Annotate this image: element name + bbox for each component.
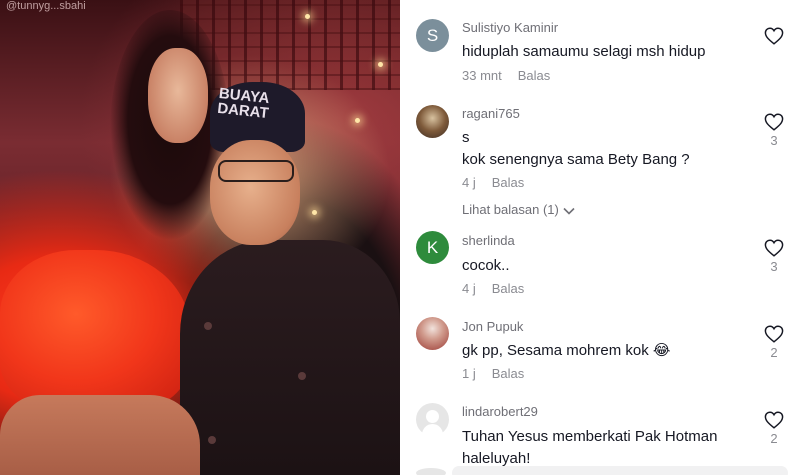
comment-input[interactable] xyxy=(452,466,788,475)
video-light xyxy=(312,210,317,215)
avatar-letter: S xyxy=(426,25,439,45)
comment-text-line: s xyxy=(462,129,470,146)
heart-outline-icon[interactable] xyxy=(764,113,784,131)
shirt-button xyxy=(298,372,306,380)
video-light xyxy=(355,118,360,123)
comment-username[interactable]: lindarobert29 xyxy=(462,404,538,419)
comment-text: Tuhan Yesus memberkati Pak Hotman xyxy=(462,428,718,445)
chevron-down-icon xyxy=(563,207,575,215)
comment-username[interactable]: Sulistiyo Kaminir xyxy=(462,20,558,35)
heart-outline-icon[interactable] xyxy=(764,239,784,257)
shirt-button xyxy=(204,322,212,330)
video-light xyxy=(305,14,310,19)
reply-button[interactable]: Balas xyxy=(492,366,525,381)
video-figure-glasses xyxy=(218,160,294,182)
like-count: 3 xyxy=(770,259,778,274)
video-figure-face xyxy=(210,140,300,245)
like-count: 3 xyxy=(770,133,778,148)
avatar[interactable]: K xyxy=(416,231,449,264)
comment-meta: 4 j Balas xyxy=(462,175,524,190)
avatar-letter: K xyxy=(426,237,439,257)
like-count: 2 xyxy=(770,345,778,360)
comment-time: 4 j xyxy=(462,175,476,190)
comment-text: kok senengnya sama Bety Bang ? xyxy=(462,151,690,168)
video-figure-face xyxy=(148,48,208,143)
like-count: 2 xyxy=(770,431,778,446)
comment-meta: 33 mnt Balas xyxy=(462,68,550,83)
comment-meta: 4 j Balas xyxy=(462,281,524,296)
heart-outline-icon[interactable] xyxy=(764,411,784,429)
avatar[interactable] xyxy=(416,105,449,138)
reply-button[interactable]: Balas xyxy=(492,175,525,190)
user-avatar-small xyxy=(416,468,446,475)
video-handle: @tunnyg...sbahi xyxy=(6,0,86,12)
avatar[interactable] xyxy=(416,403,449,436)
comment-text: hiduplah samaumu selagi msh hidup xyxy=(462,43,706,60)
comment-meta: 1 j Balas xyxy=(462,366,524,381)
avatar[interactable] xyxy=(416,317,449,350)
comments-panel[interactable]: S Sulistiyo Kaminir hiduplah samaumu sel… xyxy=(400,0,800,475)
video-light xyxy=(378,62,383,67)
heart-outline-icon[interactable] xyxy=(764,27,784,45)
view-replies-button[interactable]: Lihat balasan (1) xyxy=(462,202,575,217)
heart-outline-icon[interactable] xyxy=(764,325,784,343)
avatar[interactable]: S xyxy=(416,19,449,52)
shirt-button xyxy=(208,436,216,444)
comment-username[interactable]: ragani765 xyxy=(462,106,520,121)
comment-time: 33 mnt xyxy=(462,68,502,83)
comment-time: 4 j xyxy=(462,281,476,296)
view-replies-label: Lihat balasan (1) xyxy=(462,202,559,217)
reply-button[interactable]: Balas xyxy=(518,68,551,83)
video-figure-arm xyxy=(0,395,200,475)
comment-username[interactable]: Jon Pupuk xyxy=(462,319,523,334)
comment-username[interactable]: sherlinda xyxy=(462,233,515,248)
reply-button[interactable]: Balas xyxy=(492,281,525,296)
video-player[interactable]: BUAYA DARAT @tunnyg...sbahi xyxy=(0,0,400,475)
comment-text: cocok.. xyxy=(462,257,510,274)
video-figure-top xyxy=(0,250,190,410)
comment-text: gk pp, Sesama mohrem kok 😂 xyxy=(462,342,671,359)
comment-time: 1 j xyxy=(462,366,476,381)
